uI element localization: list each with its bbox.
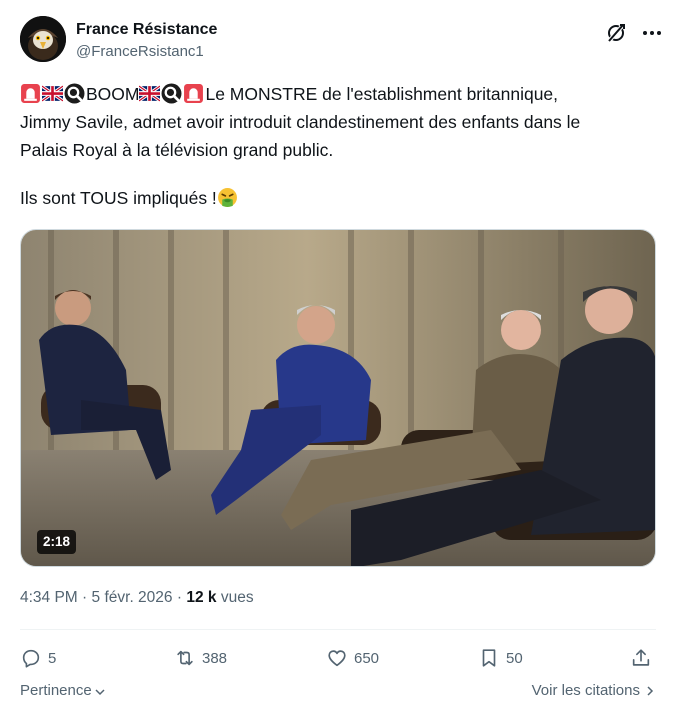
more-dots-icon: [643, 31, 661, 35]
grok-icon: [607, 23, 625, 43]
heart-icon: [328, 650, 346, 667]
divider: [20, 629, 656, 630]
reply-count: 5: [48, 649, 57, 667]
tweet-line-1: BOOM Le MONSTRE de l'establishment brita…: [20, 80, 660, 108]
tweet-line-3: Palais Royal à la télévision grand publi…: [20, 140, 334, 160]
reply-icon: [22, 649, 40, 668]
share-icon: [632, 649, 650, 666]
magnifier-icon: [64, 83, 85, 104]
repost-icon: [177, 650, 193, 666]
replies-footer: Pertinence Voir les citations: [20, 682, 656, 702]
view-quotes-link[interactable]: Voir les citations: [532, 682, 656, 699]
tweet-paragraph-gap: [20, 164, 660, 184]
tweet-line-4-text: Ils sont TOUS impliqués !: [20, 188, 217, 208]
quotes-label: Voir les citations: [531, 682, 640, 699]
tweet-boom-text: BOOM: [86, 84, 140, 104]
views-count: 12 k: [186, 589, 217, 606]
share-button[interactable]: [630, 644, 652, 672]
author-avatar[interactable]: [20, 16, 66, 62]
vomiting-face-icon: [217, 188, 237, 207]
author-handle[interactable]: @FranceRsistanc1: [76, 42, 217, 62]
author-name[interactable]: France Résistance: [76, 20, 217, 40]
author-info: France Résistance @FranceRsistanc1: [76, 20, 217, 62]
video-thumbnail: [21, 230, 655, 566]
bookmark-count: 50: [506, 649, 523, 667]
meta-separator: ·: [82, 589, 88, 606]
bookmark-button[interactable]: 50: [478, 644, 523, 672]
bookmark-icon: [482, 649, 496, 667]
uk-flag-icon: [139, 84, 161, 103]
sort-label: Pertinence: [20, 682, 92, 699]
tweet-time[interactable]: 4:34 PM: [20, 589, 78, 606]
tweet-card: France Résistance @FranceRsistanc1 BOOM …: [0, 0, 676, 720]
tweet-text: BOOM Le MONSTRE de l'establishment brita…: [20, 80, 660, 212]
repost-button[interactable]: 388: [174, 644, 227, 672]
repost-count: 388: [202, 649, 228, 667]
more-options-button[interactable]: [640, 21, 664, 45]
tweet-line-1-text: Le MONSTRE de l'establishment britanniqu…: [205, 84, 559, 104]
like-count: 650: [354, 649, 380, 667]
rotating-light-icon: [184, 84, 204, 103]
eagle-avatar-icon: [20, 16, 66, 62]
chevron-right-icon: [647, 685, 654, 696]
tweet-meta: 4:34 PM · 5 févr. 2026 · 12 k vues: [20, 588, 254, 608]
tweet-date[interactable]: 5 févr. 2026: [92, 589, 173, 606]
views-label: vues: [220, 589, 254, 606]
uk-flag-icon: [42, 84, 63, 103]
sort-replies-dropdown[interactable]: Pertinence: [20, 682, 106, 699]
grok-button[interactable]: [604, 21, 628, 45]
meta-separator: ·: [176, 589, 183, 606]
tweet-line-4: Ils sont TOUS impliqués !: [20, 184, 660, 212]
video-duration-badge: 2:18: [37, 530, 77, 554]
chevron-down-icon: [95, 689, 105, 696]
tweet-line-2: Jimmy Savile, admet avoir introduit clan…: [20, 112, 581, 132]
magnifier-icon: [162, 83, 182, 104]
rotating-light-icon: [21, 84, 40, 103]
reply-button[interactable]: 5: [20, 644, 56, 672]
video-player[interactable]: 2:18: [20, 229, 656, 567]
action-bar: 5 388 650 50: [20, 644, 656, 672]
like-button[interactable]: 650: [326, 644, 379, 672]
